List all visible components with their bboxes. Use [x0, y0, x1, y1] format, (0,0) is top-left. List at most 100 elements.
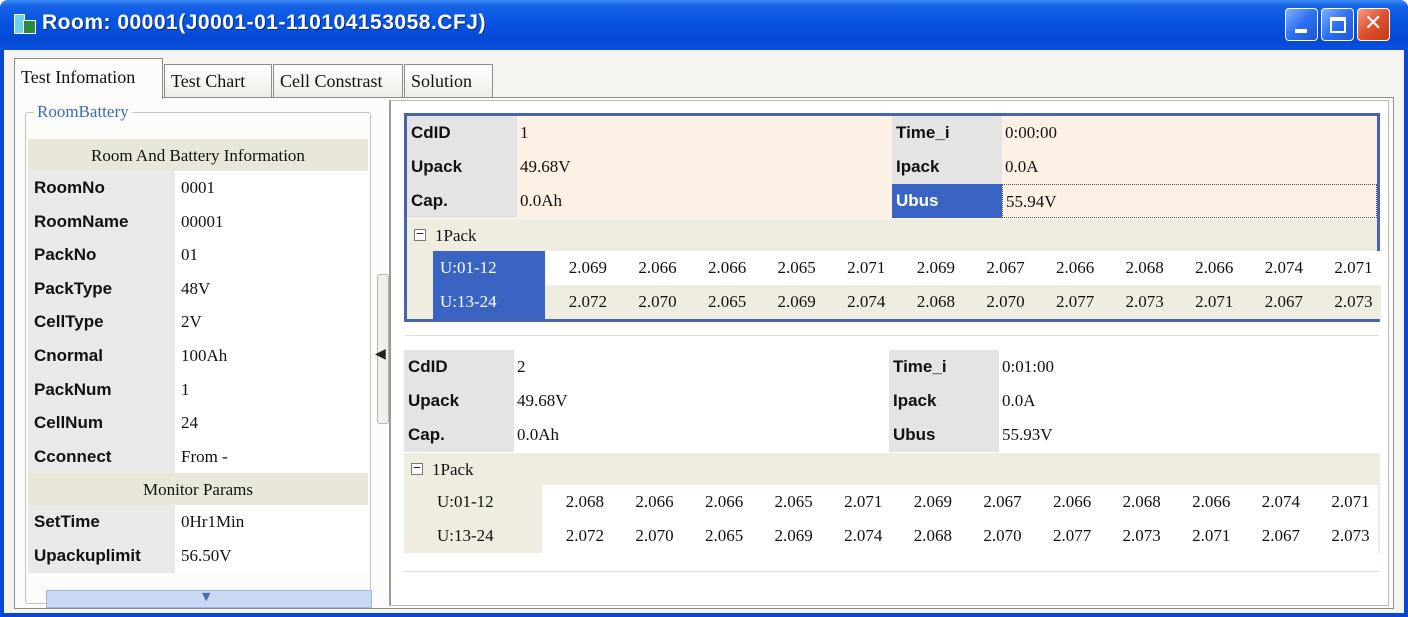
- tab-test-chart[interactable]: Test Chart: [164, 64, 272, 98]
- cell-voltage: 2.068: [1122, 492, 1161, 511]
- scroll-down-button[interactable]: ▼: [46, 590, 372, 608]
- cell-voltage: 2.065: [704, 526, 744, 545]
- info-row[interactable]: PackNo 01: [28, 238, 368, 272]
- cell-voltage: 2.065: [774, 492, 813, 511]
- cell-voltage: 2.071: [1192, 526, 1231, 545]
- row-label-selected: U:13-24: [433, 285, 545, 319]
- app-icon[interactable]: [14, 14, 36, 34]
- field-value: 0.0Ah: [517, 425, 560, 444]
- cell-data-panel: CdID 1 Time_i 0:00:00 Upack 49.68V Ipack…: [389, 100, 1389, 606]
- info-value: From -: [175, 439, 368, 474]
- cell-values: 2.069 2.066 2.066 2.065 2.071 2.069 2.06…: [545, 251, 1381, 285]
- field-value: 0.0Ah: [520, 191, 563, 210]
- title-bar[interactable]: Room: 00001(J0001-01-110104153058.CFJ) ✕: [0, 0, 1408, 50]
- cell-voltage: 2.066: [1192, 492, 1231, 511]
- info-label: RoomNo: [28, 171, 175, 205]
- cell-voltage: 2.065: [707, 292, 747, 311]
- cell-voltage: 2.068: [913, 526, 952, 545]
- minimize-button[interactable]: [1285, 8, 1318, 41]
- cell-voltage: 2.074: [844, 526, 883, 545]
- section-header: Monitor Params: [28, 473, 368, 506]
- field-label: CdID: [407, 116, 517, 150]
- collapse-left-icon[interactable]: ◀: [375, 346, 386, 362]
- voltage-row[interactable]: U:01-12 2.068 2.066 2.066 2.065 2.071 2.…: [404, 485, 1380, 519]
- tree-minus-icon[interactable]: −: [411, 462, 423, 475]
- cell-voltage: 2.068: [565, 492, 604, 511]
- header-row: Cap. 0.0Ah Ubus 55.93V: [404, 418, 1380, 452]
- cell-voltage: 2.069: [568, 258, 607, 277]
- cell-voltage: 2.066: [1195, 258, 1234, 277]
- cell-voltage: 2.077: [1052, 526, 1092, 545]
- record-card[interactable]: CdID 2 Time_i 0:01:00 Upack 49.68V Ipack…: [404, 350, 1380, 556]
- cell-voltage: 2.074: [1264, 258, 1303, 277]
- cell-voltage: 2.066: [1055, 258, 1095, 277]
- info-row[interactable]: RoomName 00001: [28, 204, 368, 239]
- application-window: Room: 00001(J0001-01-110104153058.CFJ) ✕…: [0, 0, 1408, 617]
- info-value: 0001: [175, 171, 368, 205]
- maximize-icon: [1330, 17, 1346, 33]
- record-header: CdID 1 Time_i 0:00:00 Upack 49.68V Ipack…: [407, 116, 1377, 218]
- field-value: 55.93V: [1002, 425, 1053, 444]
- cell-voltage: 2.067: [986, 258, 1025, 277]
- tab-test-information[interactable]: Test Infomation: [14, 58, 163, 99]
- pack-name: 1Pack: [435, 226, 477, 245]
- record-card-selected[interactable]: CdID 1 Time_i 0:00:00 Upack 49.68V Ipack…: [404, 113, 1381, 322]
- pack-group-header[interactable]: − 1Pack: [407, 219, 1377, 251]
- tree-minus-icon[interactable]: −: [414, 228, 426, 241]
- tab-cell-contrast[interactable]: Cell Constrast: [273, 64, 403, 98]
- info-label: RoomName: [28, 204, 175, 239]
- info-value: 01: [175, 238, 368, 272]
- info-row[interactable]: RoomNo 0001: [28, 171, 368, 205]
- info-row[interactable]: Cconnect From -: [28, 439, 368, 474]
- cell-voltage: 2.072: [568, 292, 607, 311]
- cell-voltage: 2.073: [1334, 292, 1373, 311]
- cell-voltage: 2.072: [565, 526, 604, 545]
- cell-voltage: 2.077: [1055, 292, 1095, 311]
- client-area: Test Infomation Test Chart Cell Constras…: [4, 50, 1404, 613]
- field-label: Ipack: [889, 384, 999, 418]
- pack-group-header[interactable]: − 1Pack: [404, 453, 1380, 485]
- info-label: CellNum: [28, 406, 175, 440]
- cell-voltage: 2.071: [1334, 258, 1373, 277]
- info-row[interactable]: PackType 48V: [28, 271, 368, 306]
- field-value: 2: [517, 357, 526, 376]
- info-row[interactable]: SetTime 0Hr1Min: [28, 505, 368, 539]
- voltage-row[interactable]: U:13-24 2.072 2.070 2.065 2.069 2.074 2.…: [404, 519, 1380, 553]
- cell-voltage: 2.074: [847, 292, 886, 311]
- cell-voltage: 2.073: [1125, 292, 1164, 311]
- pack-name: 1Pack: [432, 460, 474, 479]
- cell-voltage: 2.066: [707, 258, 747, 277]
- info-row[interactable]: Cnormal 100Ah: [28, 338, 368, 373]
- info-row[interactable]: Upackuplimit 56.50V: [28, 538, 368, 573]
- field-label: Ipack: [892, 150, 1002, 184]
- cell-voltage: 2.070: [983, 526, 1022, 545]
- cell-voltage: 2.065: [777, 258, 816, 277]
- info-label: Cnormal: [28, 338, 175, 373]
- cell-voltage: 2.070: [638, 292, 677, 311]
- field-value: 49.68V: [517, 391, 568, 410]
- info-value: 2V: [175, 305, 368, 339]
- tab-solution[interactable]: Solution: [404, 64, 493, 98]
- cell-voltage: 2.066: [638, 258, 677, 277]
- header-row: CdID 1 Time_i 0:00:00: [407, 116, 1377, 150]
- field-value-focused[interactable]: 55.94V: [1002, 184, 1377, 218]
- tab-strip: Test Infomation Test Chart Cell Constras…: [14, 58, 1394, 99]
- close-button[interactable]: ✕: [1357, 8, 1390, 41]
- cell-voltage: 2.067: [983, 492, 1022, 511]
- info-row[interactable]: CellType 2V: [28, 305, 368, 339]
- cell-voltage: 2.066: [704, 492, 744, 511]
- maximize-button[interactable]: [1321, 8, 1354, 41]
- voltage-row[interactable]: U:13-24 2.072 2.070 2.065 2.069 2.074 2.…: [407, 285, 1381, 319]
- header-row: Upack 49.68V Ipack 0.0A: [407, 150, 1377, 184]
- info-value: 1: [175, 372, 368, 407]
- cell-values: 2.072 2.070 2.065 2.069 2.074 2.068 2.07…: [545, 285, 1381, 319]
- info-value: 0Hr1Min: [175, 505, 368, 539]
- field-label-selected[interactable]: Ubus: [892, 184, 1002, 218]
- info-value: 56.50V: [175, 538, 368, 573]
- info-row[interactable]: PackNum 1: [28, 372, 368, 407]
- cell-voltage: 2.071: [844, 492, 883, 511]
- info-row[interactable]: CellNum 24: [28, 406, 368, 440]
- cell-voltage: 2.071: [847, 258, 886, 277]
- voltage-row[interactable]: U:01-12 2.069 2.066 2.066 2.065 2.071 2.…: [407, 251, 1381, 285]
- scroll-down-icon: ▼: [202, 590, 211, 603]
